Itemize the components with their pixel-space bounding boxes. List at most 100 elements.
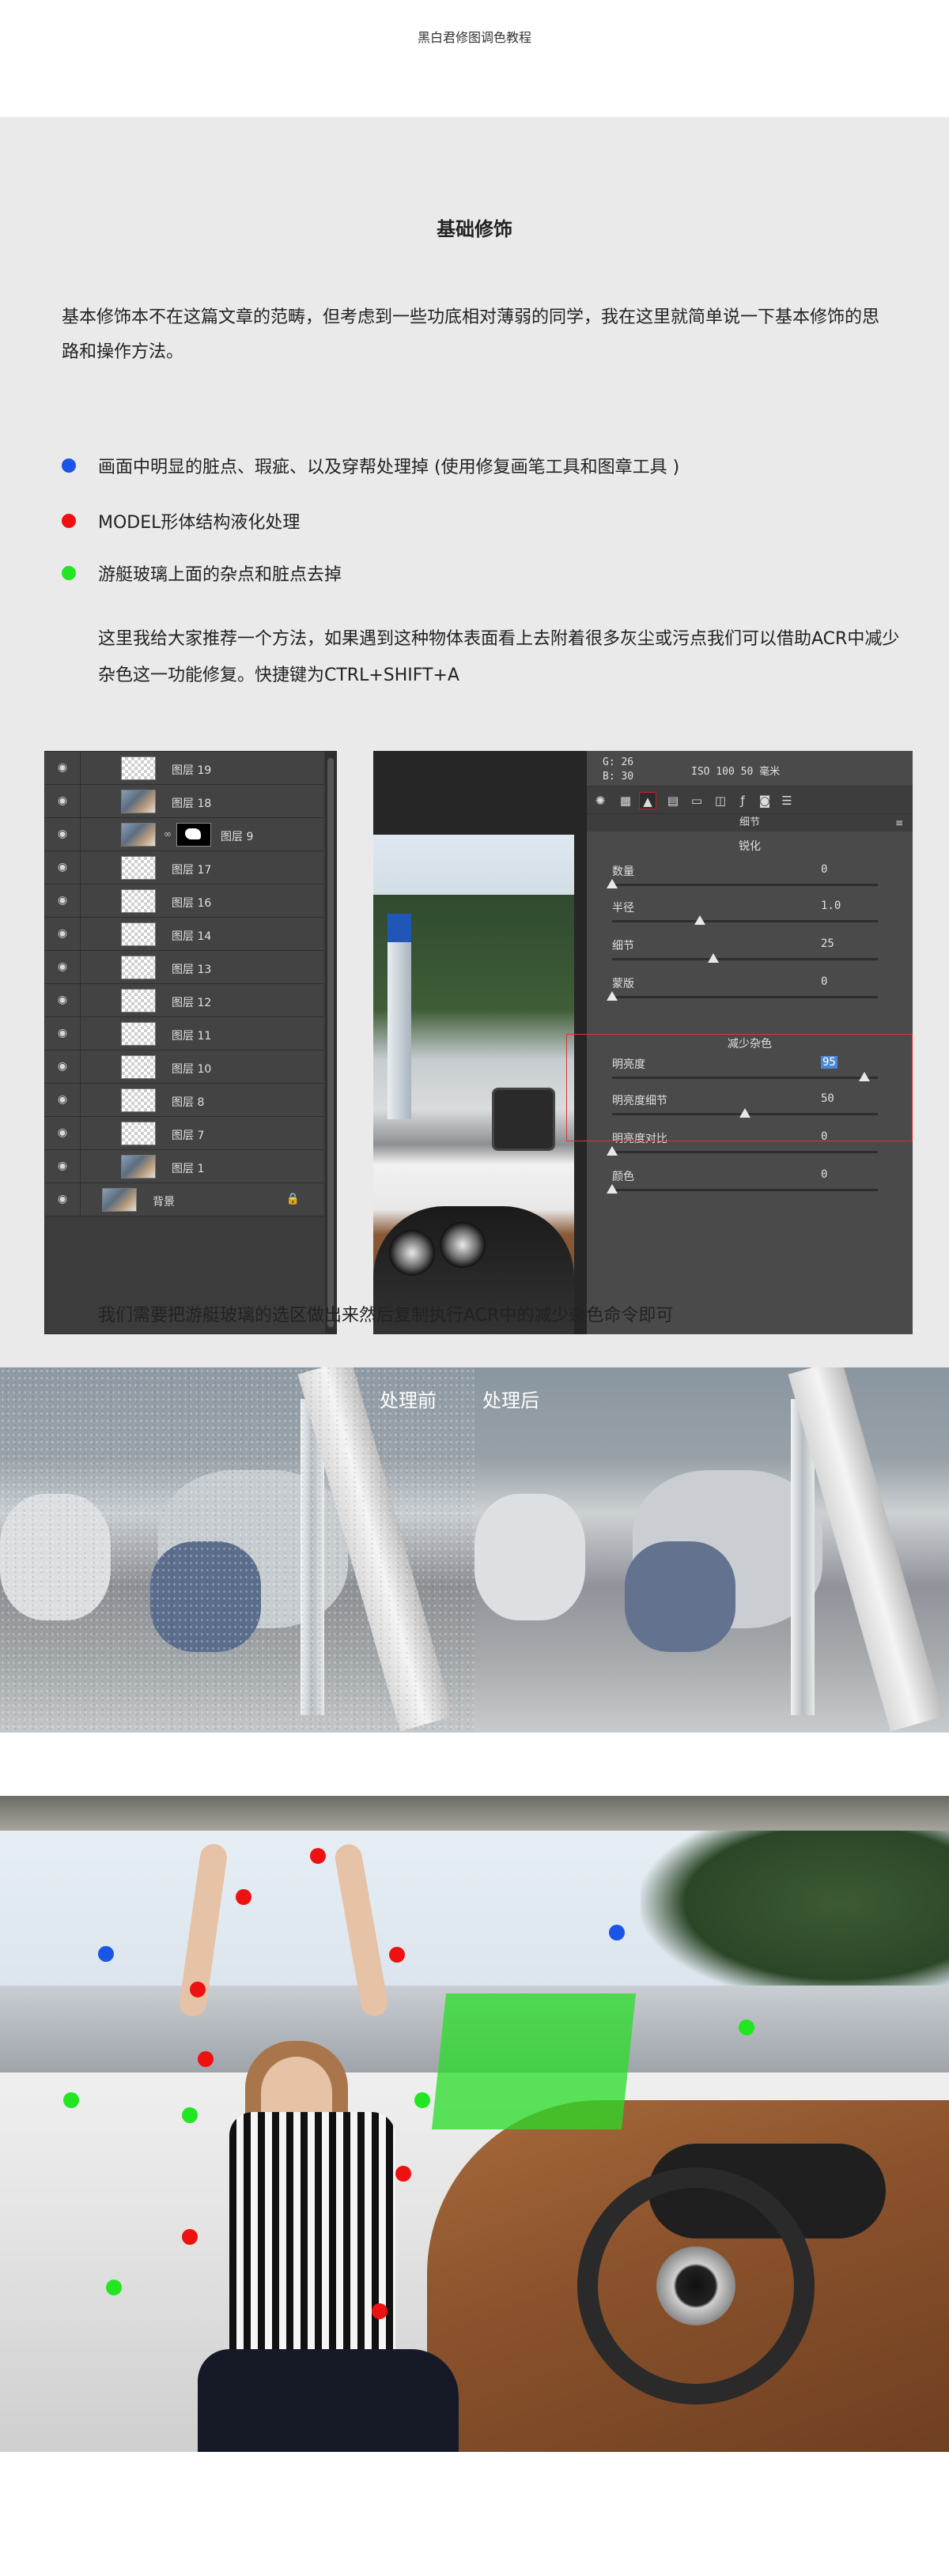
slider-value[interactable]: 25: [821, 937, 834, 950]
layer-row[interactable]: ◉ 图层 11: [45, 1017, 323, 1050]
lens-icon[interactable]: ◫: [712, 792, 729, 809]
slider-track[interactable]: [612, 958, 878, 960]
slider-handle[interactable]: [607, 1184, 618, 1194]
layer-mask-thumbnail[interactable]: [176, 823, 211, 847]
layer-name: 背景: [153, 1196, 175, 1209]
eye-icon[interactable]: ◉: [55, 1060, 70, 1073]
eye-icon[interactable]: ◉: [55, 761, 70, 774]
chain-link-icon[interactable]: ∞: [164, 828, 172, 839]
fx-icon[interactable]: ƒ: [734, 792, 751, 809]
red-dot-icon: [62, 514, 76, 528]
slider-detail[interactable]: 细节 25: [587, 936, 913, 972]
slider-mask[interactable]: 蒙版 0: [587, 974, 913, 1010]
sharpen-title: 锐化: [739, 840, 761, 853]
layer-row[interactable]: ◉ 图层 7: [45, 1117, 323, 1150]
blue-dot-icon: [62, 458, 76, 473]
eye-icon[interactable]: ◉: [55, 828, 70, 840]
slider-track[interactable]: [612, 996, 878, 998]
layer-thumbnail: [102, 1188, 137, 1212]
slider-handle[interactable]: [708, 953, 719, 963]
after-image: 处理后: [475, 1367, 949, 1733]
split-toning-icon[interactable]: ▭: [688, 792, 705, 809]
eye-icon[interactable]: ◉: [55, 927, 70, 940]
slider-handle[interactable]: [694, 915, 705, 925]
aperture-icon[interactable]: ✺: [592, 792, 609, 809]
eye-icon[interactable]: ◉: [55, 1193, 70, 1205]
eye-icon[interactable]: ◉: [55, 1027, 70, 1039]
layer-row[interactable]: ◉ 图层 13: [45, 951, 323, 984]
layer-row[interactable]: ◉ ∞ 图层 9: [45, 818, 323, 851]
green-marker: [106, 2280, 122, 2295]
red-marker: [190, 1982, 206, 1997]
tone-curve-icon[interactable]: ▦: [617, 792, 634, 809]
bullet-item-red: MODEL形体结构液化处理: [62, 507, 300, 534]
layer-row[interactable]: ◉ 图层 19: [45, 752, 323, 785]
red-marker: [310, 1848, 326, 1864]
detail-tab-icon[interactable]: ▲: [639, 792, 656, 809]
slider-track[interactable]: [612, 1189, 878, 1191]
eye-icon[interactable]: ◉: [55, 1160, 70, 1172]
green-dot-icon: [62, 566, 76, 580]
red-marker: [372, 2303, 388, 2319]
slider-radius[interactable]: 半径 1.0: [587, 898, 913, 934]
layer-row[interactable]: ◉ 图层 8: [45, 1084, 323, 1117]
layer-row[interactable]: ◉ 图层 12: [45, 984, 323, 1017]
eye-icon[interactable]: ◉: [55, 861, 70, 873]
highlighted-glass-selection: [431, 1993, 637, 2129]
red-marker: [198, 2051, 214, 2067]
eye-icon[interactable]: ◉: [55, 794, 70, 807]
layer-thumbnail: [121, 823, 156, 847]
slider-amount[interactable]: 数量 0: [587, 862, 913, 898]
layers-panel: ◉ 图层 19 ◉ 图层 18 ◉ ∞ 图层 9 ◉ 图层 17 ◉ 图层 16…: [44, 751, 337, 1334]
layer-row[interactable]: ◉ 图层 1: [45, 1150, 323, 1183]
layer-row[interactable]: ◉ 图层 18: [45, 785, 323, 818]
slider-color[interactable]: 颜色 0: [587, 1167, 913, 1203]
slider-track[interactable]: [612, 1151, 878, 1153]
slider-track[interactable]: [612, 884, 878, 886]
green-marker: [182, 2107, 198, 2123]
bullet-item-blue: 画面中明显的脏点、瑕疵、以及穿帮处理掉 (使用修复画笔工具和图章工具 ): [62, 452, 679, 479]
camera-icon[interactable]: ◙: [756, 792, 773, 809]
layer-thumbnail: [121, 1022, 156, 1046]
page-header: 黑白君修图调色教程: [0, 0, 949, 117]
slider-value[interactable]: 1.0: [821, 900, 841, 912]
camera-info: ISO 100 50 毫米: [691, 766, 781, 778]
slider-label: 蒙版: [612, 978, 634, 990]
layers-scrollbar[interactable]: [325, 752, 336, 1333]
bullet-text: MODEL形体结构液化处理: [98, 513, 301, 533]
layer-thumbnail: [121, 1155, 156, 1179]
layer-row[interactable]: ◉ 图层 14: [45, 918, 323, 951]
layer-row[interactable]: ◉ 图层 17: [45, 851, 323, 884]
slider-track[interactable]: [612, 920, 878, 922]
detail-panel-title: 细节: [739, 817, 760, 828]
slider-value[interactable]: 0: [821, 1168, 827, 1181]
layer-row[interactable]: ◉ 图层 16: [45, 884, 323, 918]
layer-name: 图层 13: [172, 964, 212, 976]
slider-value[interactable]: 0: [821, 975, 827, 988]
bullet-text: 画面中明显的脏点、瑕疵、以及穿帮处理掉 (使用修复画笔工具和图章工具 ): [98, 458, 680, 477]
layer-row[interactable]: ◉ 图层 10: [45, 1050, 323, 1084]
content-section: 基础修饰 基本修饰本不在这篇文章的范畴，但考虑到一些功底相对薄弱的同学，我在这里…: [0, 117, 949, 1367]
eye-icon[interactable]: ◉: [55, 1126, 70, 1139]
eye-icon[interactable]: ◉: [55, 994, 70, 1006]
hsl-icon[interactable]: ▤: [664, 792, 682, 809]
layer-name: 图层 17: [172, 864, 212, 877]
layer-row-background[interactable]: ◉ 背景 🔒: [45, 1183, 323, 1216]
eye-icon[interactable]: ◉: [55, 894, 70, 907]
slider-value[interactable]: 0: [821, 863, 827, 876]
readout: G: 26 B: 30 ISO 100 50 毫米: [603, 756, 780, 784]
slider-label: 颜色: [612, 1171, 634, 1183]
layer-name: 图层 18: [172, 798, 212, 810]
eye-icon[interactable]: ◉: [55, 960, 70, 973]
eye-icon[interactable]: ◉: [55, 1093, 70, 1106]
presets-icon[interactable]: ☰: [778, 792, 796, 809]
section-title: 基础修饰: [437, 218, 512, 240]
layer-name: 图层 11: [172, 1030, 212, 1043]
layer-thumbnail: [121, 756, 156, 780]
panel-menu-icon[interactable]: ≡: [895, 814, 903, 832]
slider-handle[interactable]: [607, 991, 618, 1001]
layer-name: 图层 9: [221, 831, 254, 843]
slider-handle[interactable]: [607, 879, 618, 888]
slider-handle[interactable]: [607, 1146, 618, 1156]
before-label: 处理前: [380, 1390, 437, 1412]
